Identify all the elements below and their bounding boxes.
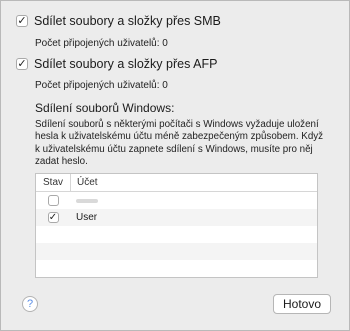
- afp-label: Sdílet soubory a složky přes AFP: [34, 57, 218, 71]
- table-row-empty: [36, 226, 317, 243]
- table-row-empty: [36, 260, 317, 277]
- afp-share-option[interactable]: ✓ Sdílet soubory a složky přes AFP: [16, 57, 217, 71]
- table-row[interactable]: ✓ User: [36, 209, 317, 226]
- account-enable-checkbox[interactable]: [47, 195, 59, 206]
- column-header-status[interactable]: Stav: [36, 177, 70, 188]
- windows-sharing-description: Sdílení souborů s některými počítači s W…: [35, 119, 324, 167]
- account-enable-checkbox[interactable]: ✓: [47, 212, 59, 223]
- smb-connected-users: Počet připojených uživatelů: 0: [35, 38, 168, 49]
- column-header-account[interactable]: Účet: [70, 174, 98, 191]
- windows-sharing-title: Sdílení souborů Windows:: [35, 101, 175, 115]
- afp-connected-users: Počet připojených uživatelů: 0: [35, 80, 168, 91]
- smb-checkbox[interactable]: ✓: [16, 15, 28, 27]
- table-row-empty: [36, 243, 317, 260]
- afp-checkbox[interactable]: ✓: [16, 58, 28, 70]
- table-header: Stav Účet: [36, 174, 317, 192]
- smb-share-option[interactable]: ✓ Sdílet soubory a složky přes SMB: [16, 14, 221, 28]
- smb-label: Sdílet soubory a složky přes SMB: [34, 14, 221, 28]
- help-button[interactable]: ?: [22, 296, 38, 312]
- table-row[interactable]: [36, 192, 317, 209]
- account-name: User: [76, 212, 98, 223]
- redacted-account-name: [76, 199, 98, 203]
- windows-accounts-table[interactable]: Stav Účet ✓ User: [35, 173, 318, 278]
- file-sharing-options-sheet: ✓ Sdílet soubory a složky přes SMB Počet…: [0, 0, 350, 331]
- done-button[interactable]: Hotovo: [273, 294, 331, 314]
